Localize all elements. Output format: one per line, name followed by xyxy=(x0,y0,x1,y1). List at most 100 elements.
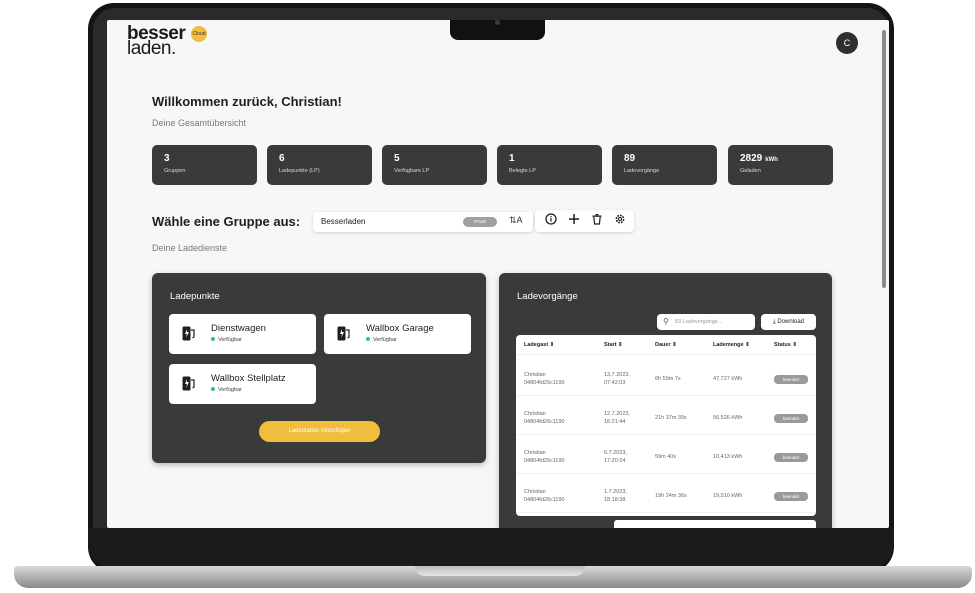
stat-label: Belegte LP xyxy=(509,168,536,174)
stat-label: Ladepunkte (LP) xyxy=(279,168,320,174)
duration-cell: 6h 59m 7s xyxy=(655,376,681,382)
group-title: Wähle eine Gruppe aus: xyxy=(152,214,301,229)
stat-label: Geladen xyxy=(740,168,761,174)
ladepunkt-name: Wallbox Garage xyxy=(366,323,434,334)
ladepunkt-name: Wallbox Stellplatz xyxy=(211,373,286,384)
amount-cell: 56,526 kWh xyxy=(713,415,743,421)
status-badge: beendet xyxy=(774,453,808,462)
guest-cell: Christian 04804fd26c1190 xyxy=(524,449,565,465)
stat-card-groups: 3 Gruppen xyxy=(152,145,257,185)
guest-id: 04804fd26c1190 xyxy=(524,458,565,464)
start-time: 17:20:24 xyxy=(604,458,626,464)
amount-cell: 10,413 kWh xyxy=(713,454,743,460)
guest-name: Christian xyxy=(524,372,546,378)
stat-unit: kWh xyxy=(765,157,778,163)
camera-icon xyxy=(495,20,500,25)
scrollbar-thumb[interactable] xyxy=(882,30,886,288)
table-pagination[interactable] xyxy=(614,520,816,528)
amount-cell: 19,510 kWh xyxy=(713,493,743,499)
scrollbar[interactable] xyxy=(879,20,889,528)
stat-card-energy: 2829 kWh Geladen xyxy=(728,145,833,185)
laptop-groove xyxy=(415,566,585,576)
search-input[interactable]: ⚲ 83 Ladevorgänge... xyxy=(657,314,755,330)
stat-value: 5 xyxy=(394,153,400,164)
start-cell: 6.7.2023, 17:20:24 xyxy=(604,449,627,465)
sort-icon[interactable]: ⇅A xyxy=(509,215,523,226)
status-text: Verfügbar xyxy=(218,337,242,343)
guest-name: Christian xyxy=(524,411,546,417)
stat-card-sessions: 89 Ladevorgänge xyxy=(612,145,717,185)
group-toolbar xyxy=(535,210,634,232)
column-header[interactable]: Lademenge ⇕ xyxy=(713,342,750,348)
column-header[interactable]: Status ⇕ xyxy=(774,342,797,348)
stat-value: 2829 xyxy=(740,153,763,164)
status-badge: beendet xyxy=(774,492,808,501)
ladevorgaenge-panel: Ladevorgänge ⚲ 83 Ladevorgänge... ⤓ Down… xyxy=(499,273,832,528)
stat-card-available: 5 Verfügbare LP xyxy=(382,145,487,185)
add-ladestation-button[interactable]: Ladestation hinzufügen xyxy=(259,421,380,442)
start-time: 16:21:44 xyxy=(604,419,626,425)
services-label: Deine Ladedienste xyxy=(152,243,228,253)
amount-cell: 47,727 kWh xyxy=(713,376,743,382)
download-button[interactable]: ⤓ Download xyxy=(761,314,816,330)
status-dot xyxy=(211,337,215,341)
start-cell: 1.7.2023, 18:18:38 xyxy=(604,488,627,504)
status-dot xyxy=(366,337,370,341)
guest-name: Christian xyxy=(524,489,546,495)
guest-id: 04804fd26c1190 xyxy=(524,419,565,425)
logo-badge: Cloud xyxy=(191,26,207,42)
ladepunkt-card[interactable]: Wallbox Garage Verfügbar xyxy=(324,314,471,354)
stat-value: 3 xyxy=(164,153,170,164)
stat-card-occupied: 1 Belegte LP xyxy=(497,145,602,185)
plus-icon[interactable] xyxy=(566,213,582,229)
charger-icon xyxy=(182,376,195,391)
download-label: Download xyxy=(777,319,804,325)
stat-label: Gruppen xyxy=(164,168,186,174)
download-icon: ⤓ xyxy=(772,319,776,325)
table-header: Ladegast ⇕ Start ⇕ Dauer ⇕ Lademenge ⇕ S… xyxy=(516,335,816,355)
group-select-value: Besserladen xyxy=(321,217,366,226)
guest-cell: Christian 04804fd26c1190 xyxy=(524,410,565,426)
column-header[interactable]: Dauer ⇕ xyxy=(655,342,677,348)
stats-row: 3 Gruppen 6 Ladepunkte (LP) 5 Verfügbare… xyxy=(152,145,834,185)
sessions-table: Ladegast ⇕ Start ⇕ Dauer ⇕ Lademenge ⇕ S… xyxy=(516,335,816,516)
stat-value: 6 xyxy=(279,153,285,164)
start-date: 1.7.2023, xyxy=(604,489,627,495)
group-tag: Privat xyxy=(463,217,497,227)
guest-cell: Christian 04804fd26c1190 xyxy=(524,488,565,504)
duration-cell: 21h 37m 39s xyxy=(655,415,687,421)
guest-cell: Christian 04804fd26c1190 xyxy=(524,371,565,387)
trash-icon[interactable] xyxy=(589,213,605,229)
column-header[interactable]: Ladegast ⇕ xyxy=(524,342,554,348)
ladepunkt-card[interactable]: Wallbox Stellplatz Verfügbar xyxy=(169,364,316,404)
status-text: Verfügbar xyxy=(218,387,242,393)
duration-cell: 59m 40s xyxy=(655,454,677,460)
status-badge: beendet xyxy=(774,375,808,384)
table-row[interactable]: Christian 04804fd26c1190 13.7.2023, 07:42:… xyxy=(516,357,816,396)
start-cell: 13.7.2023, 07:42:03 xyxy=(604,371,630,387)
start-time: 07:42:03 xyxy=(604,380,626,386)
table-row[interactable]: Christian 04804fd26c1190 1.7.2023, 18:18:3… xyxy=(516,474,816,513)
table-row[interactable]: Christian 04804fd26c1190 12.7.2023, 16:21:… xyxy=(516,396,816,435)
avatar[interactable]: C xyxy=(836,32,858,54)
column-header[interactable]: Start ⇕ xyxy=(604,342,623,348)
logo[interactable]: besser laden. xyxy=(127,24,186,58)
table-row[interactable]: Christian 04804fd26c1190 6.7.2023, 17:20:2… xyxy=(516,435,816,474)
ladevorgaenge-title: Ladevorgänge xyxy=(517,291,578,302)
ladepunkt-card[interactable]: Dienstwagen Verfügbar xyxy=(169,314,316,354)
info-icon[interactable] xyxy=(543,213,559,229)
laptop-chin xyxy=(88,528,894,568)
stat-label: Ladevorgänge xyxy=(624,168,660,174)
start-cell: 12.7.2023, 16:21:44 xyxy=(604,410,630,426)
group-select[interactable]: Besserladen Privat ⇅A xyxy=(313,212,533,232)
ladepunkte-title: Ladepunkte xyxy=(170,291,220,302)
start-date: 12.7.2023, xyxy=(604,411,630,417)
start-date: 6.7.2023, xyxy=(604,450,627,456)
ladepunkt-status: Verfügbar xyxy=(211,337,242,343)
status-dot xyxy=(211,387,215,391)
stat-label: Verfügbare LP xyxy=(394,168,430,174)
status-text: Verfügbar xyxy=(373,337,397,343)
gear-icon[interactable] xyxy=(612,213,628,229)
charger-icon xyxy=(182,326,195,341)
stat-value: 1 xyxy=(509,153,515,164)
